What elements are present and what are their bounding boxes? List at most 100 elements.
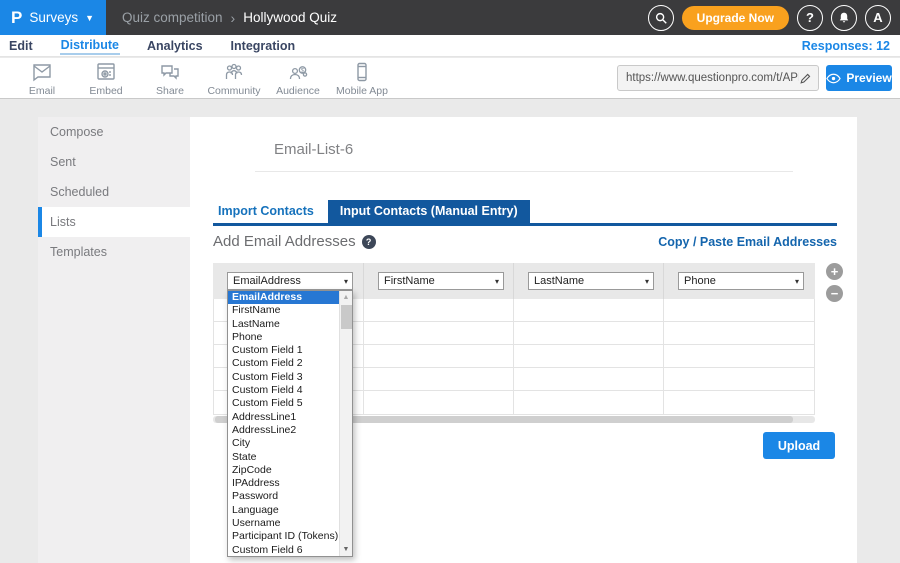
entry-cell[interactable] [363, 391, 513, 414]
tool-mobile-app[interactable]: Mobile App [330, 60, 394, 97]
dropdown-option-phone[interactable]: Phone [228, 331, 339, 344]
section-title: Add Email Addresses [213, 233, 356, 250]
preview-button[interactable]: Preview [826, 65, 892, 91]
nav-item-distribute[interactable]: Distribute [60, 36, 120, 55]
notifications-button[interactable] [831, 5, 857, 31]
copy-paste-link[interactable]: Copy / Paste Email Addresses [658, 235, 837, 249]
edit-url-button[interactable] [799, 72, 812, 85]
entry-cell[interactable] [663, 299, 814, 321]
questionpro-logo-icon: P [11, 8, 22, 28]
dropdown-scrollbar[interactable]: ▲ ▼ [339, 291, 352, 556]
tool-community[interactable]: Community [202, 60, 266, 97]
dropdown-option-city[interactable]: City [228, 437, 339, 450]
entry-cell[interactable] [363, 299, 513, 321]
dropdown-option-password[interactable]: Password [228, 490, 339, 503]
dropdown-option-custom-field-3[interactable]: Custom Field 3 [228, 371, 339, 384]
chevron-down-icon: ▼ [85, 13, 94, 23]
entry-cell[interactable] [513, 368, 663, 390]
dropdown-option-firstname[interactable]: FirstName [228, 304, 339, 317]
dropdown-option-state[interactable]: State [228, 451, 339, 464]
tool-email[interactable]: Email [10, 60, 74, 97]
community-icon [222, 60, 246, 84]
responses-count[interactable]: Responses: 12 [802, 39, 890, 53]
dropdown-option-ipaddress[interactable]: IPAddress [228, 477, 339, 490]
distribute-toolbar: Email Embed Share Community $ Audience M… [0, 58, 900, 99]
entry-cell[interactable] [363, 322, 513, 344]
tab-import-contacts[interactable]: Import Contacts [213, 200, 328, 223]
nav-item-edit[interactable]: Edit [8, 37, 34, 54]
dropdown-scroll-thumb[interactable] [341, 305, 352, 329]
survey-url-group: https://www.questionpro.com/t/APNrFZ Pre… [617, 65, 900, 91]
page-title: Email-List-6 [274, 141, 353, 158]
dropdown-option-participant-id[interactable]: Participant ID (Tokens) [228, 530, 339, 543]
dropdown-option-emailaddress[interactable]: EmailAddress [228, 291, 339, 304]
column-select-lastname[interactable]: LastName ▾ [528, 272, 654, 290]
help-icon[interactable]: ? [362, 235, 376, 249]
question-mark-icon: ? [806, 10, 814, 25]
topbar-actions: Upgrade Now ? A [648, 5, 900, 31]
tool-embed[interactable]: Embed [74, 60, 138, 97]
nav-item-integration[interactable]: Integration [230, 37, 297, 54]
add-row-button[interactable]: + [826, 263, 843, 280]
survey-url-value: https://www.questionpro.com/t/APNrFZ [626, 72, 799, 84]
embed-icon [94, 60, 118, 84]
dropdown-option-username[interactable]: Username [228, 517, 339, 530]
account-button[interactable]: A [865, 5, 891, 31]
dropdown-option-custom-field-4[interactable]: Custom Field 4 [228, 384, 339, 397]
scroll-down-icon[interactable]: ▼ [340, 543, 352, 556]
entry-cell[interactable] [663, 368, 814, 390]
sidebar-item-sent[interactable]: Sent [38, 147, 190, 177]
column-select-phone[interactable]: Phone ▾ [678, 272, 804, 290]
tab-input-contacts-manual[interactable]: Input Contacts (Manual Entry) [328, 200, 530, 223]
tool-share[interactable]: Share [138, 60, 202, 97]
scroll-up-icon[interactable]: ▲ [340, 291, 352, 304]
add-email-section: Add Email Addresses ? Copy / Paste Email… [213, 233, 837, 250]
sidebar-item-compose[interactable]: Compose [38, 117, 190, 147]
surveys-menu[interactable]: P Surveys ▼ [0, 0, 106, 35]
column-select-firstname[interactable]: FirstName ▾ [378, 272, 504, 290]
remove-row-button[interactable]: − [826, 285, 843, 302]
entry-cell[interactable] [513, 345, 663, 367]
dropdown-option-zipcode[interactable]: ZipCode [228, 464, 339, 477]
contacts-tabs: Import Contacts Input Contacts (Manual E… [213, 203, 837, 226]
share-icon [158, 60, 182, 84]
product-name: Surveys [29, 10, 78, 25]
eye-icon [826, 73, 841, 84]
column-select-email[interactable]: EmailAddress ▾ [227, 272, 353, 290]
tool-audience[interactable]: $ Audience [266, 60, 330, 97]
dropdown-option-custom-field-2[interactable]: Custom Field 2 [228, 357, 339, 370]
bell-icon [837, 11, 851, 25]
help-button[interactable]: ? [797, 5, 823, 31]
entry-cell[interactable] [363, 345, 513, 367]
dropdown-option-lastname[interactable]: LastName [228, 318, 339, 331]
entry-cell[interactable] [513, 322, 663, 344]
upgrade-now-button[interactable]: Upgrade Now [682, 6, 789, 30]
dropdown-option-custom-field-1[interactable]: Custom Field 1 [228, 344, 339, 357]
dropdown-option-language[interactable]: Language [228, 504, 339, 517]
chevron-down-icon: ▾ [495, 277, 499, 286]
nav-item-analytics[interactable]: Analytics [146, 37, 204, 54]
entry-cell[interactable] [663, 322, 814, 344]
entry-cell[interactable] [513, 299, 663, 321]
breadcrumb-current: Hollywood Quiz [243, 10, 337, 25]
sidebar-item-scheduled[interactable]: Scheduled [38, 177, 190, 207]
title-divider [255, 171, 793, 172]
breadcrumb-parent[interactable]: Quiz competition [122, 10, 223, 25]
search-button[interactable] [648, 5, 674, 31]
dropdown-option-custom-field-6[interactable]: Custom Field 6 [228, 544, 339, 557]
dropdown-option-addressline2[interactable]: AddressLine2 [228, 424, 339, 437]
survey-url-field[interactable]: https://www.questionpro.com/t/APNrFZ [617, 65, 819, 91]
entry-cell[interactable] [363, 368, 513, 390]
entry-cell[interactable] [513, 391, 663, 414]
pencil-icon [799, 72, 812, 85]
dropdown-option-addressline1[interactable]: AddressLine1 [228, 411, 339, 424]
dropdown-option-custom-field-5[interactable]: Custom Field 5 [228, 397, 339, 410]
row-controls: + − [826, 263, 843, 302]
sidebar-item-templates[interactable]: Templates [38, 237, 190, 267]
entry-cell[interactable] [663, 345, 814, 367]
upload-button[interactable]: Upload [763, 432, 835, 459]
column-field-dropdown: EmailAddress FirstName LastName Phone Cu… [227, 290, 353, 557]
entry-cell[interactable] [663, 391, 814, 414]
sidebar-item-lists[interactable]: Lists [38, 207, 190, 237]
top-bar: P Surveys ▼ Quiz competition › Hollywood… [0, 0, 900, 35]
